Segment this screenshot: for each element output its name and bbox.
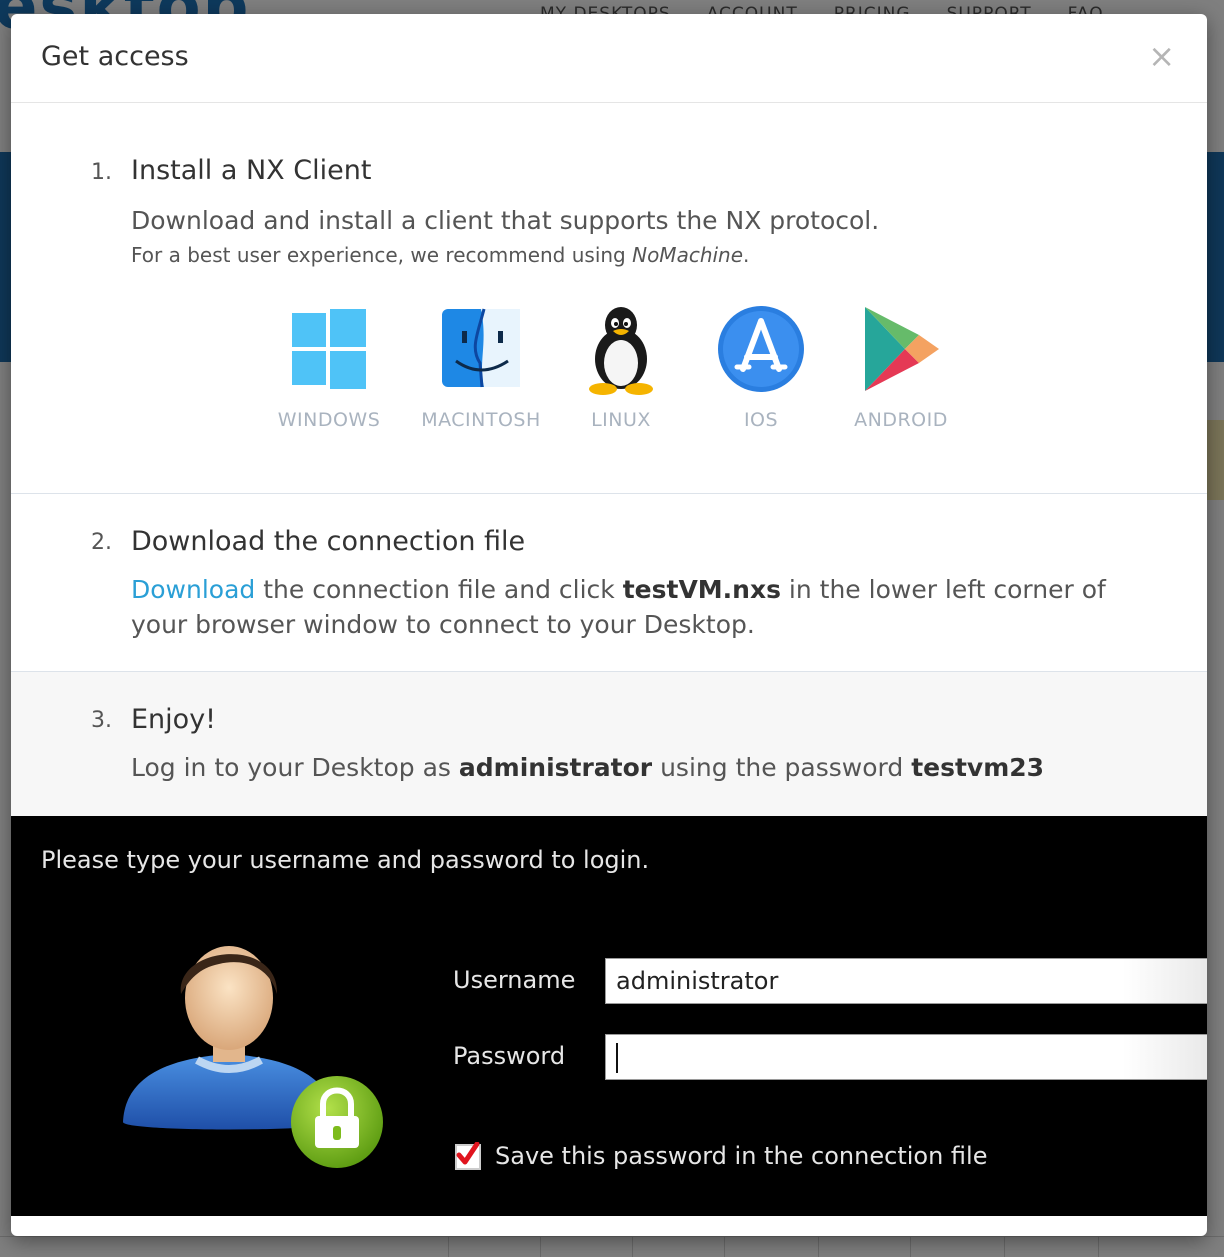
google-play-icon — [865, 307, 939, 391]
windows-icon — [292, 309, 366, 389]
save-password-checkbox[interactable] — [455, 1142, 481, 1170]
login-prompt: Please type your username and password t… — [41, 846, 650, 874]
platform-windows[interactable]: WINDOWS — [267, 303, 391, 431]
step-title: Enjoy! — [131, 704, 216, 735]
platform-ios[interactable]: IOS — [691, 303, 831, 431]
checkmark-icon — [456, 1142, 480, 1165]
platform-label: ANDROID — [854, 409, 948, 431]
modal-header: Get access × — [11, 14, 1207, 103]
nx-login-screenshot: Please type your username and password t… — [11, 816, 1207, 1216]
step-title: Download the connection file — [131, 526, 526, 557]
step-number: 1. — [91, 160, 112, 185]
finder-icon — [442, 308, 520, 388]
step-note: For a best user experience, we recommend… — [131, 243, 749, 267]
note-text: . — [743, 243, 750, 267]
password-label: Password — [453, 1042, 566, 1070]
description-text: Log in to your Desktop as — [131, 753, 459, 782]
connection-filename: testVM.nxs — [622, 575, 781, 604]
step-description: Download the connection file and click t… — [131, 572, 1111, 642]
username-field[interactable]: administrator — [605, 958, 1207, 1004]
platform-label: WINDOWS — [277, 409, 381, 431]
note-text: For a best user experience, we recommend… — [131, 243, 633, 267]
step-title: Install a NX Client — [131, 155, 372, 186]
platform-android[interactable]: ANDROID — [831, 303, 971, 431]
app-store-icon — [718, 306, 804, 392]
platform-macintosh[interactable]: MACINTOSH — [411, 303, 551, 431]
close-icon[interactable]: × — [1148, 40, 1175, 72]
step-enjoy: 3. Enjoy! Log in to your Desktop as admi… — [11, 672, 1207, 816]
platform-linux[interactable]: LINUX — [551, 303, 691, 431]
platform-label: IOS — [743, 409, 779, 431]
platform-list: WINDOWS MACINTOSH LINUX IOS ANDROID — [267, 303, 971, 431]
tux-icon — [589, 307, 653, 395]
text-cursor — [616, 1043, 618, 1073]
login-password: testvm23 — [911, 753, 1045, 782]
platform-label: MACINTOSH — [421, 409, 541, 431]
platform-label: LINUX — [591, 409, 651, 431]
description-text: the connection file and click — [255, 575, 623, 604]
username-label: Username — [453, 966, 576, 994]
get-access-modal: Get access × 1. Install a NX Client Down… — [11, 14, 1207, 1236]
step-number: 2. — [91, 530, 112, 555]
step-description: Download and install a client that suppo… — [131, 206, 880, 235]
password-field[interactable] — [605, 1034, 1207, 1080]
modal-title: Get access — [41, 41, 189, 72]
login-username: administrator — [458, 753, 653, 782]
step-number: 3. — [91, 708, 112, 733]
user-lock-avatar-icon — [123, 946, 383, 1168]
step-install-client: 1. Install a NX Client Download and inst… — [11, 103, 1207, 494]
nomachine-name: NoMachine — [632, 243, 744, 267]
step-description: Log in to your Desktop as administrator … — [131, 750, 1111, 785]
step-download-connection-file: 2. Download the connection file Download… — [11, 494, 1207, 672]
save-password-label[interactable]: Save this password in the connection fil… — [495, 1142, 987, 1170]
download-link[interactable]: Download — [131, 575, 255, 604]
description-text: using the password — [652, 753, 912, 782]
